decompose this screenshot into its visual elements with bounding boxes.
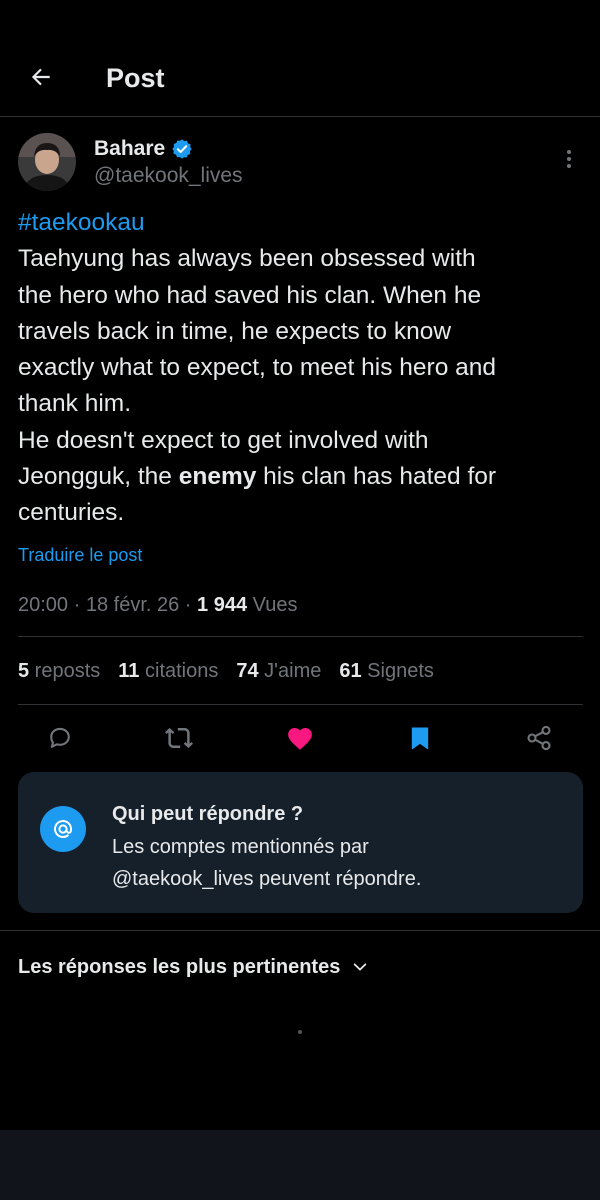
reposts-stat[interactable]: 5 reposts — [18, 657, 100, 685]
reply-restriction-card: Qui peut répondre ? Les comptes mentionn… — [18, 772, 583, 913]
translate-post-link[interactable]: Traduire le post — [18, 543, 142, 567]
engagement-stats: 5 reposts 11 citations 74 J'aime 61 Sign… — [18, 657, 434, 685]
divider — [18, 704, 583, 705]
reply-restriction-line: Les comptes mentionnés par — [112, 836, 369, 858]
hashtag-link[interactable]: #taekookau — [18, 209, 145, 236]
separator: · — [179, 594, 198, 616]
post-line: Taehyung has always been obsessed with — [18, 245, 476, 273]
replies-sort-dropdown[interactable]: Les réponses les plus pertinentes — [18, 953, 368, 981]
top-bar: Post — [0, 0, 600, 117]
bold-text: enemy — [178, 463, 257, 491]
divider — [0, 930, 600, 931]
repost-button[interactable] — [161, 720, 197, 756]
bookmark-filled-icon — [411, 727, 429, 750]
post-date[interactable]: 18 févr. 26 — [86, 594, 179, 616]
post-line: centuries. — [18, 499, 125, 527]
heart-filled-icon — [288, 728, 312, 750]
likes-count: 74 — [236, 660, 259, 682]
bookmark-button[interactable] — [402, 720, 438, 756]
post-line: exactly what to expect, to meet his hero… — [18, 354, 497, 382]
post-line: travels back in time, he expects to know — [18, 317, 452, 345]
more-options-icon[interactable] — [556, 144, 582, 174]
author-handle[interactable]: @taekook_lives — [94, 163, 243, 189]
views-count: 1 944 — [197, 594, 248, 616]
post-line: thank him. — [18, 390, 132, 418]
reply-restriction-description: Les comptes mentionnés par @taekook_live… — [112, 831, 421, 895]
repost-icon — [165, 727, 193, 749]
divider — [18, 636, 583, 637]
reply-icon — [50, 727, 70, 748]
action-bar — [0, 720, 600, 756]
separator: · — [68, 594, 86, 616]
post-text-segment: Jeongguk, the — [18, 463, 179, 491]
chevron-down-icon — [354, 963, 367, 971]
share-icon — [527, 725, 551, 751]
bookmarks-count: 61 — [339, 660, 362, 682]
reply-restriction-title: Qui peut répondre ? — [112, 803, 304, 825]
post-text-segment: his clan has hated for — [256, 463, 497, 491]
reposts-count: 5 — [18, 660, 30, 682]
share-button[interactable] — [521, 720, 557, 756]
post-line: Jeongguk, the enemy his clan has hated f… — [18, 459, 588, 495]
post-time: 20:00 — [18, 594, 69, 616]
likes-label: J'aime — [258, 660, 322, 682]
system-navigation-bar — [0, 1130, 600, 1200]
arrow-left-icon — [31, 68, 50, 86]
bookmarks-label: Signets — [361, 660, 434, 682]
author-avatar[interactable] — [18, 133, 76, 191]
quotes-count: 11 — [118, 660, 140, 682]
likes-stat[interactable]: 74 J'aime — [236, 657, 321, 685]
quotes-stat[interactable]: 11 citations — [118, 657, 218, 685]
post-line: He doesn't expect to get involved with — [18, 426, 429, 454]
author-name[interactable]: Bahare — [94, 136, 193, 162]
page-title: Post — [106, 63, 165, 93]
views-label: Vues — [247, 594, 298, 616]
verified-badge-icon — [171, 138, 193, 160]
bookmarks-stat[interactable]: 61 Signets — [339, 657, 434, 685]
replies-sort-label: Les réponses les plus pertinentes — [18, 956, 341, 978]
author-name-label: Bahare — [94, 137, 166, 160]
post-line: the hero who had saved his clan. When he — [18, 281, 482, 309]
loading-indicator — [298, 1030, 302, 1034]
reply-button[interactable] — [42, 720, 78, 756]
reply-restriction-line: @taekook_lives peuvent répondre. — [112, 868, 422, 890]
post-meta: 20:00 · 18 févr. 26 · 1 944 Vues — [18, 592, 298, 618]
post-text: #taekookau Taehyung has always been obse… — [18, 205, 588, 532]
back-button[interactable] — [24, 60, 58, 94]
reposts-label: reposts — [29, 660, 101, 682]
like-button[interactable] — [282, 720, 318, 756]
at-sign-icon — [40, 806, 86, 852]
quotes-label: citations — [139, 660, 219, 682]
